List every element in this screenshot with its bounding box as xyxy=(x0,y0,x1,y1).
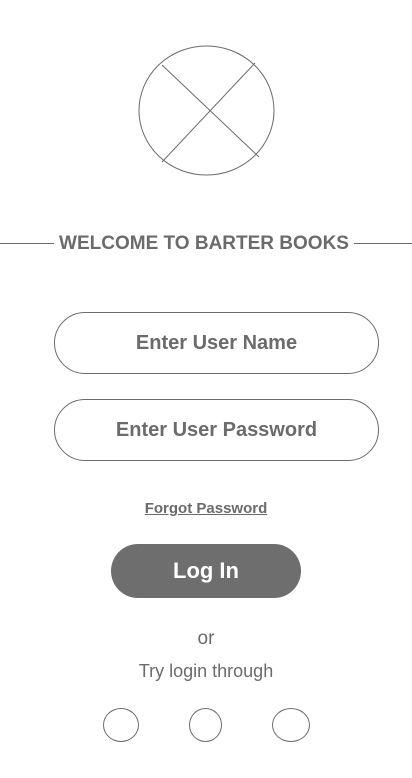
password-field[interactable] xyxy=(54,399,379,461)
forgot-password-link[interactable]: Forgot Password xyxy=(0,500,412,517)
welcome-title: WELCOME TO BARTER BOOKS xyxy=(59,233,349,254)
login-button[interactable]: Log In xyxy=(111,544,301,598)
divider-left xyxy=(0,243,54,244)
username-field[interactable] xyxy=(54,312,379,374)
welcome-header: WELCOME TO BARTER BOOKS xyxy=(0,232,412,256)
social-login-button-2[interactable] xyxy=(189,708,222,742)
divider-right xyxy=(354,243,412,244)
password-input[interactable] xyxy=(71,418,362,442)
try-login-through-text: Try login through xyxy=(138,661,274,681)
logo-placeholder-icon xyxy=(138,45,275,176)
or-separator-text: or xyxy=(197,628,215,649)
social-login-button-1[interactable] xyxy=(103,708,139,742)
username-input[interactable] xyxy=(71,331,362,355)
social-login-button-3[interactable] xyxy=(272,708,310,742)
